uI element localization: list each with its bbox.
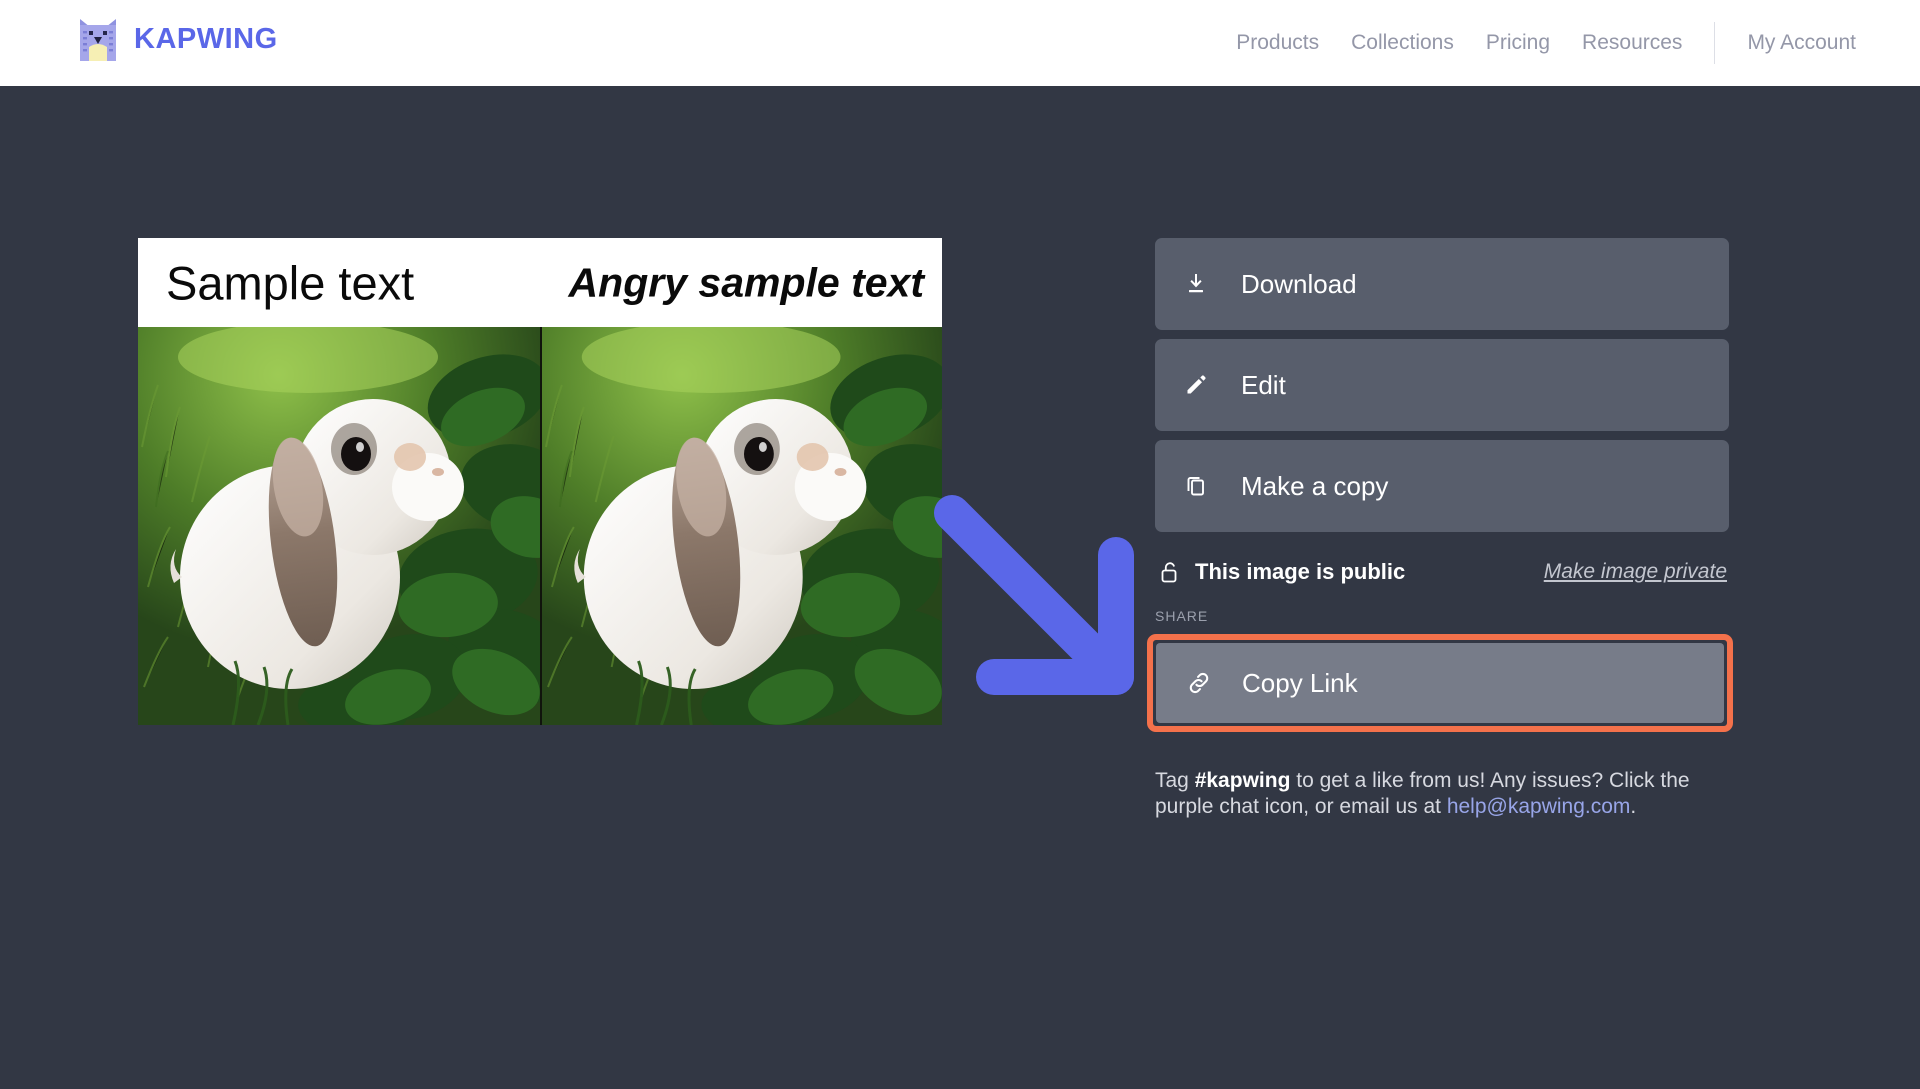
photo-row xyxy=(138,327,942,725)
caption-text-left: Sample text xyxy=(166,255,414,310)
make-image-private-link[interactable]: Make image private xyxy=(1544,560,1727,584)
link-icon xyxy=(1186,670,1212,696)
unlock-icon xyxy=(1159,560,1181,584)
nav-item-products[interactable]: Products xyxy=(1220,31,1335,55)
download-button-label: Download xyxy=(1241,269,1357,300)
main-stage: Sample text Angry sample text xyxy=(0,86,1920,1089)
brand-name: KAPWING xyxy=(134,23,278,56)
actions-panel: Download Edit Make a copy xyxy=(1155,238,1729,819)
site-header: KAPWING Products Collections Pricing Res… xyxy=(0,0,1920,86)
caption-bar: Sample text Angry sample text xyxy=(138,238,942,327)
copy-link-highlight-box: Copy Link xyxy=(1147,634,1733,732)
arrow-down-right-annotation-icon xyxy=(930,491,1150,711)
share-section-label: SHARE xyxy=(1155,608,1729,624)
nav-item-collections[interactable]: Collections xyxy=(1335,31,1470,55)
footnote-part3: . xyxy=(1630,795,1636,818)
edit-button-label: Edit xyxy=(1241,370,1286,401)
caption-text-right: Angry sample text xyxy=(569,259,924,306)
nav-item-pricing[interactable]: Pricing xyxy=(1470,31,1566,55)
make-a-copy-button[interactable]: Make a copy xyxy=(1155,440,1729,532)
copy-link-button-label: Copy Link xyxy=(1242,668,1358,699)
kapwing-cat-logo-icon xyxy=(78,17,118,61)
copy-link-button[interactable]: Copy Link xyxy=(1156,643,1724,723)
rabbit-photo-right xyxy=(540,327,942,725)
image-preview[interactable]: Sample text Angry sample text xyxy=(138,238,942,725)
make-a-copy-button-label: Make a copy xyxy=(1241,471,1388,502)
nav-item-resources[interactable]: Resources xyxy=(1566,31,1698,55)
privacy-status-row: This image is public Make image private xyxy=(1155,541,1729,603)
main-navigation: Products Collections Pricing Resources M… xyxy=(1220,0,1872,86)
download-icon xyxy=(1183,271,1209,297)
footnote-text: Tag #kapwing to get a like from us! Any … xyxy=(1155,768,1721,819)
footnote-part1: Tag xyxy=(1155,769,1195,792)
download-button[interactable]: Download xyxy=(1155,238,1729,330)
nav-divider xyxy=(1714,22,1715,64)
brand-logo-group[interactable]: KAPWING xyxy=(78,17,278,61)
privacy-status-text: This image is public xyxy=(1195,559,1405,585)
rabbit-photo-left xyxy=(138,327,540,725)
footnote-hashtag: #kapwing xyxy=(1195,769,1291,792)
support-email-link[interactable]: help@kapwing.com xyxy=(1447,795,1631,818)
pencil-icon xyxy=(1183,372,1209,398)
copy-icon xyxy=(1183,473,1209,499)
edit-button[interactable]: Edit xyxy=(1155,339,1729,431)
nav-item-my-account[interactable]: My Account xyxy=(1731,31,1872,55)
